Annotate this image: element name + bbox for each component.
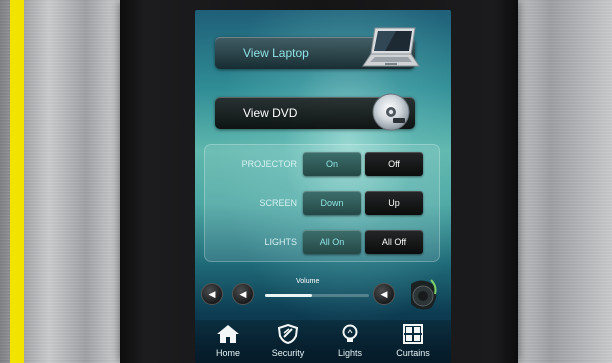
volume-slider[interactable] — [265, 294, 369, 297]
speaker-up-icon: ◀ — [380, 289, 388, 299]
bulb-icon — [342, 324, 358, 342]
projector-on-button[interactable]: On — [303, 152, 361, 176]
view-laptop-label: View Laptop — [243, 46, 309, 60]
curtains-icon — [403, 324, 423, 344]
volume-down-button[interactable]: ◀ — [232, 283, 254, 305]
lights-row: LIGHTS All On All Off — [205, 230, 441, 254]
laptop-icon — [362, 27, 420, 67]
projector-row: PROJECTOR On Off — [205, 152, 441, 176]
nav-home-label: Home — [215, 348, 240, 358]
speaker-icon — [411, 279, 437, 310]
yellow-accent-strip — [10, 0, 24, 363]
bottom-nav: Home Security Lights Curtains — [195, 320, 451, 363]
home-icon — [217, 325, 239, 343]
nav-home[interactable]: Home — [198, 324, 258, 358]
volume-slider-fill — [265, 294, 312, 297]
speaker-down-icon: ◀ — [239, 289, 247, 299]
dvd-disc-icon — [372, 93, 410, 131]
shield-icon — [277, 324, 299, 344]
nav-lights-label: Lights — [337, 348, 363, 358]
volume-up-button[interactable]: ◀ — [373, 283, 395, 305]
screen-row: SCREEN Down Up — [205, 191, 441, 215]
speaker-left-icon: ◀ — [208, 289, 216, 299]
view-dvd-label: View DVD — [243, 106, 298, 120]
lights-all-on-button[interactable]: All On — [303, 230, 361, 254]
projector-off-button[interactable]: Off — [365, 152, 423, 176]
lights-all-off-button[interactable]: All Off — [365, 230, 423, 254]
control-panel: PROJECTOR On Off SCREEN Down Up LIGHTS A… — [204, 144, 440, 262]
nav-security-label: Security — [271, 348, 305, 358]
volume-label: Volume — [296, 278, 320, 285]
volume-bar: ◀ ◀ Volume ◀ — [195, 276, 451, 316]
nav-lights[interactable]: Lights — [320, 324, 380, 358]
lights-label: LIGHTS — [264, 237, 297, 247]
touch-screen: View Laptop View DVD PROJECTOR On Off SC… — [195, 10, 451, 363]
screen-label: SCREEN — [259, 198, 297, 208]
volume-mute-button[interactable]: ◀ — [201, 283, 223, 305]
projector-label: PROJECTOR — [241, 159, 297, 169]
screen-down-button[interactable]: Down — [303, 191, 361, 215]
nav-curtains-label: Curtains — [396, 348, 430, 358]
screen-up-button[interactable]: Up — [365, 191, 423, 215]
nav-security[interactable]: Security — [258, 324, 318, 358]
nav-curtains[interactable]: Curtains — [383, 324, 443, 358]
